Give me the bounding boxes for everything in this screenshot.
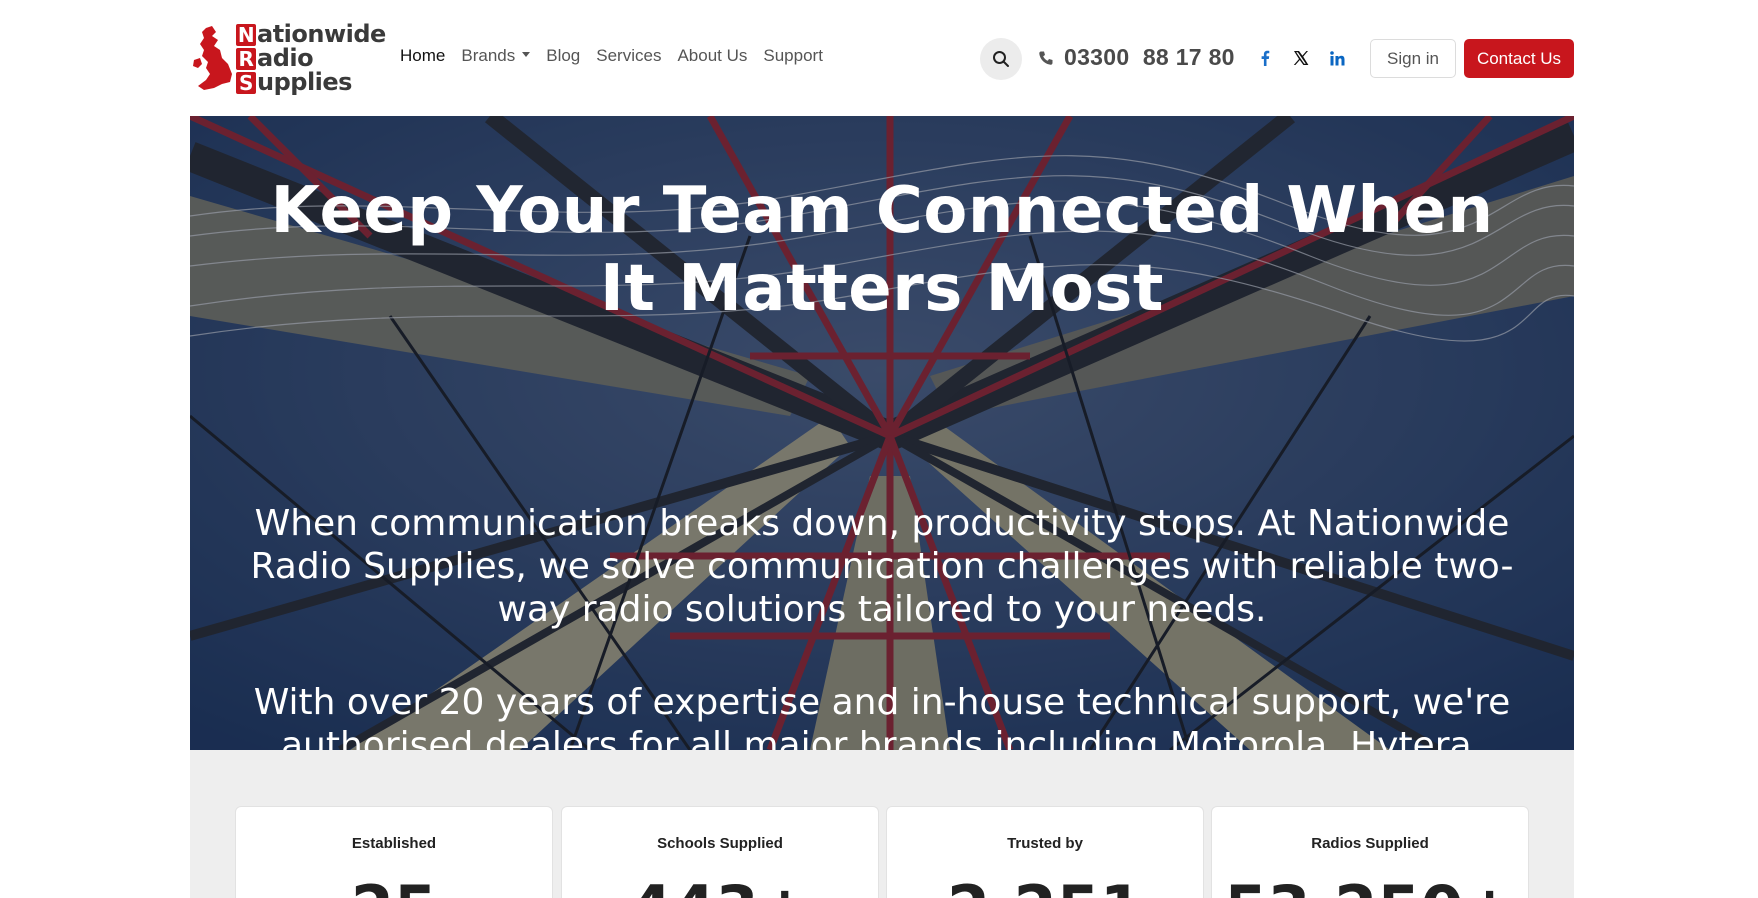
stats-section: Established 25 Schools Supplied 443+ Tru…: [190, 750, 1574, 898]
linkedin-icon[interactable]: [1327, 48, 1347, 68]
stat-value: 443+: [562, 878, 878, 898]
hero-banner: Keep Your Team Connected When It Matters…: [190, 116, 1574, 750]
stat-card-schools: Schools Supplied 443+: [561, 806, 879, 898]
nav-support[interactable]: Support: [763, 46, 823, 66]
phone-icon: [1039, 51, 1053, 65]
hero-title: Keep Your Team Connected When It Matters…: [270, 174, 1494, 326]
nav-services[interactable]: Services: [596, 46, 661, 66]
stat-label: Radios Supplied: [1311, 835, 1429, 852]
stat-label: Schools Supplied: [657, 835, 783, 852]
stat-value: 2,251: [887, 878, 1203, 898]
stat-card-trusted: Trusted by 2,251: [886, 806, 1204, 898]
stat-value: 53,250+: [1212, 878, 1528, 898]
facebook-icon[interactable]: [1255, 48, 1275, 68]
nav-brands[interactable]: Brands: [461, 46, 531, 66]
page: Nationwide Radio Supplies Home Brands Bl…: [0, 0, 1758, 898]
nav-home[interactable]: Home: [400, 46, 445, 66]
nav-blog[interactable]: Blog: [546, 46, 580, 66]
phone-link[interactable]: 03300 88 17 80: [1038, 44, 1235, 71]
logo-line-3: upplies: [257, 68, 352, 96]
search-button[interactable]: [980, 38, 1022, 80]
hero-paragraph-2: With over 20 years of expertise and in-h…: [253, 682, 1511, 750]
logo-cap-s: S: [236, 72, 256, 94]
stat-card-established: Established 25: [235, 806, 553, 898]
nav-brands-label: Brands: [461, 46, 516, 65]
logo-cap-n: N: [236, 23, 256, 47]
main-nav: Home Brands Blog Services About Us Suppo…: [400, 46, 839, 66]
stat-label: Trusted by: [1007, 835, 1083, 852]
hero-paragraph-1: When communication breaks down, producti…: [250, 503, 1514, 630]
stat-label: Established: [351, 835, 437, 852]
x-twitter-icon[interactable]: [1291, 48, 1311, 68]
stat-value: 25: [236, 878, 552, 898]
site-header: Nationwide Radio Supplies Home Brands Bl…: [0, 0, 1758, 116]
caret-down-icon: [522, 52, 531, 58]
site-logo[interactable]: Nationwide Radio Supplies: [192, 20, 386, 96]
uk-map-icon: [193, 26, 232, 90]
contact-us-button[interactable]: Contact Us: [1464, 39, 1574, 78]
nav-about-us[interactable]: About Us: [677, 46, 747, 66]
sign-in-button[interactable]: Sign in: [1370, 39, 1456, 78]
search-icon: [993, 51, 1009, 67]
phone-number: 03300 88 17 80: [1064, 44, 1235, 70]
stat-card-radios: Radios Supplied 53,250+: [1211, 806, 1529, 898]
logo-cap-r: R: [236, 48, 256, 70]
